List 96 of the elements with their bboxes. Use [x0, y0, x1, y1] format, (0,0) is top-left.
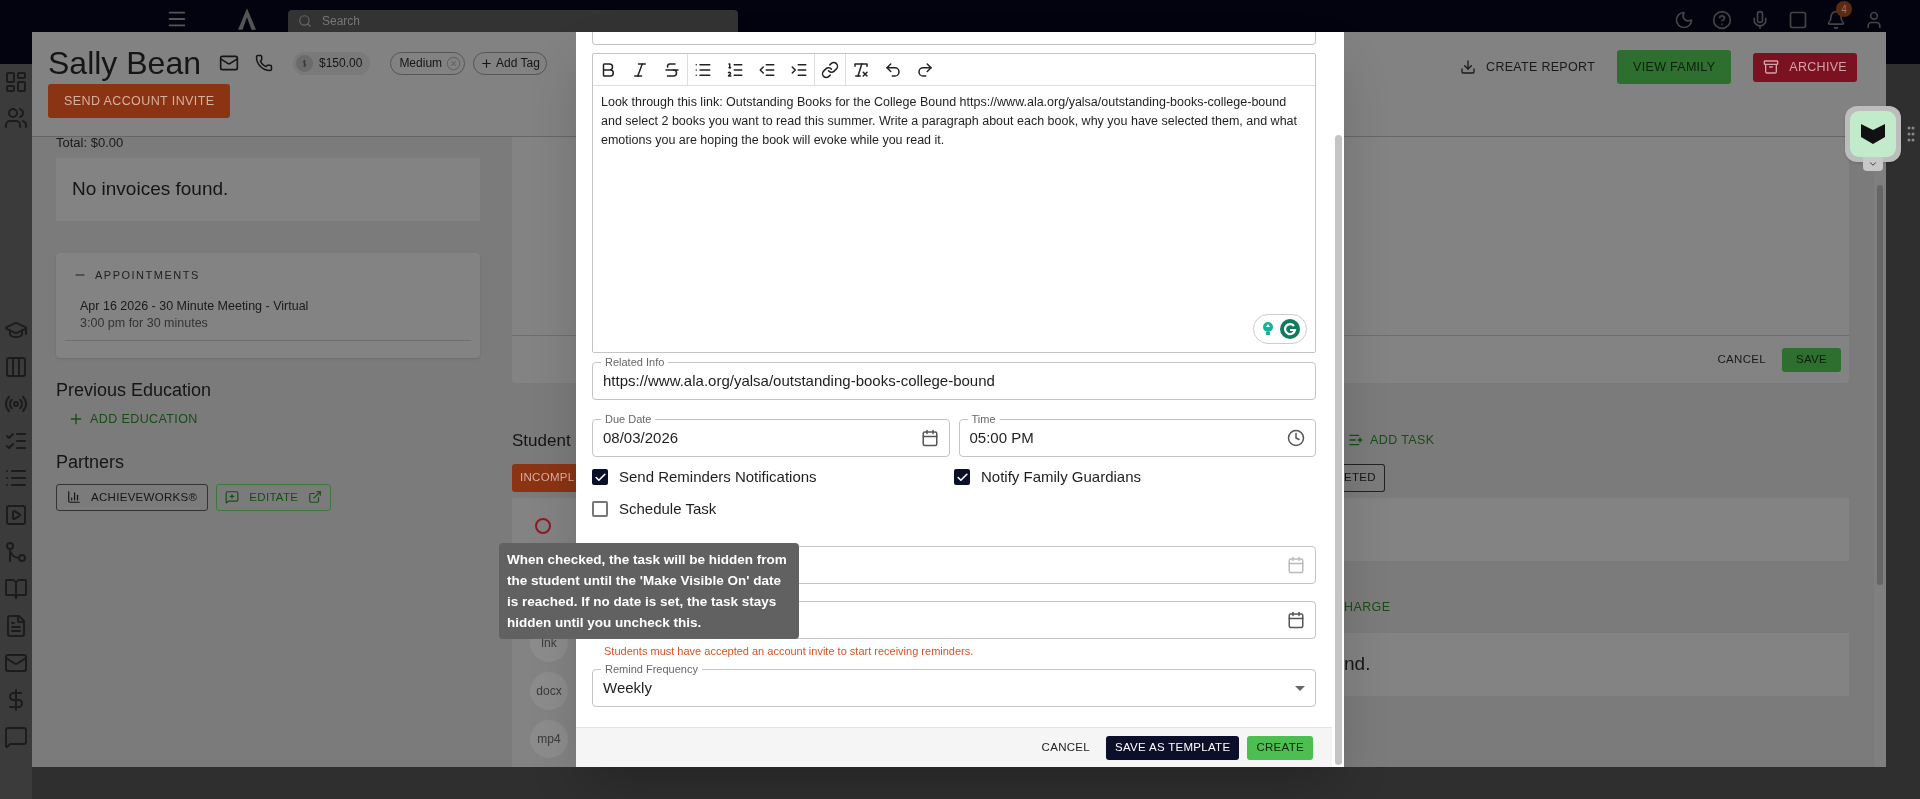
link-icon[interactable]: [821, 60, 839, 79]
search-placeholder: Search: [322, 14, 361, 28]
field-label: Remind Frequency: [601, 662, 702, 676]
drag-handle-icon[interactable]: [1907, 126, 1915, 142]
numbered-list-icon[interactable]: [726, 60, 744, 79]
section-title[interactable]: APPOINTMENTS: [95, 267, 200, 284]
search-field[interactable]: Search: [288, 10, 738, 32]
bar-chart-icon: [67, 490, 81, 505]
window-icon[interactable]: [1788, 10, 1808, 30]
moon-icon[interactable]: [1674, 10, 1694, 30]
clear-format-icon[interactable]: [852, 60, 870, 79]
section-heading: Previous Education: [56, 379, 213, 402]
chevron-down-icon: [1868, 159, 1878, 169]
phone-icon[interactable]: [255, 54, 273, 72]
plus-icon: [480, 56, 494, 70]
tooltip: When checked, the task will be hidden from the student until the 'Make Visible On' date is reached. If no date is set, the task stays hidden until you uncheck this.: [499, 543, 799, 639]
dollar-icon: [296, 54, 313, 72]
checkbox[interactable]: [592, 469, 608, 485]
calendar-icon[interactable]: [1287, 611, 1305, 629]
partner-link-button[interactable]: EDITATE: [216, 483, 332, 511]
section-heading: Partners: [56, 450, 126, 474]
checkbox[interactable]: [954, 469, 970, 485]
checkbox-label: Notify Family Guardians: [981, 466, 1142, 487]
field-value: Weekly: [603, 677, 653, 698]
calendar-icon: [1287, 556, 1305, 574]
strikethrough-icon[interactable]: [663, 60, 681, 79]
cancel-button[interactable]: CANCEL: [1717, 347, 1766, 372]
section-heading: Student: [512, 430, 572, 452]
task-description[interactable]: Look through this link: Outstanding Books for the College Bound https://www.ala.org/yalsa/outstanding-books-college-bound and select 2 books you want to read this summer. Write a paragraph about each book, why you have selected them, and what emotions you are hoping the book will evoke while you read it.: [601, 93, 1307, 150]
calendar-icon[interactable]: [920, 429, 939, 447]
field-value: https://www.ala.org/yalsa/outstanding-books-college-bound: [603, 370, 995, 391]
merge-icon[interactable]: [4, 540, 28, 564]
empty-message: nd.: [1344, 652, 1371, 676]
clock-icon[interactable]: [1287, 429, 1305, 447]
field-label: Due Date: [601, 412, 656, 426]
send-invite-button[interactable]: SEND ACCOUNT INVITE: [48, 84, 231, 118]
save-button[interactable]: SAVE: [1781, 347, 1841, 372]
save-template-button[interactable]: SAVE AS TEMPLATE: [1106, 735, 1240, 760]
mail-icon[interactable]: [219, 53, 239, 73]
create-report-button[interactable]: CREATE REPORT: [1460, 57, 1596, 77]
chat-plus-icon: [225, 490, 240, 505]
scrollbar-thumb[interactable]: [1334, 135, 1342, 765]
partner-button[interactable]: ACHIEVEWORKS®: [56, 483, 209, 511]
italic-icon[interactable]: [631, 60, 649, 79]
search-icon: [298, 14, 312, 28]
create-button[interactable]: CREATE: [1247, 735, 1313, 760]
chat-icon[interactable]: [4, 725, 28, 749]
logo-icon[interactable]: [238, 8, 256, 30]
view-family-button[interactable]: VIEW FAMILY: [1617, 50, 1732, 84]
rich-text-editor[interactable]: [592, 53, 1316, 353]
appointment-title[interactable]: Apr 16 2026 - 30 Minute Meeting - Virtual: [80, 297, 471, 315]
scrollbar-thumb[interactable]: [1877, 185, 1883, 585]
invoice-total: Total: $0.00: [56, 135, 125, 151]
book-icon: [1861, 124, 1885, 144]
add-education-button[interactable]: ADD EDUCATION: [68, 410, 198, 429]
add-task-button[interactable]: ADD TASK: [1344, 428, 1435, 452]
reminder-warning: Students must have accepted an account invite to start receiving reminders.: [603, 644, 975, 659]
redo-icon[interactable]: [916, 60, 934, 79]
balance-amount: $150.00: [319, 55, 363, 72]
account-icon[interactable]: [1864, 10, 1884, 30]
microphone-icon[interactable]: [1750, 10, 1770, 30]
list-plus-icon: [1348, 432, 1364, 448]
field-value: 05:00 PM: [969, 427, 1035, 448]
help-icon[interactable]: [1712, 10, 1732, 30]
appointment-time: 3:00 pm for 30 minutes: [80, 314, 209, 332]
archive-icon: [1763, 59, 1780, 75]
text-field[interactable]: [592, 32, 1316, 45]
checkbox[interactable]: [592, 501, 608, 517]
field-label: Time: [967, 412, 1000, 426]
people-icon[interactable]: [4, 106, 28, 130]
archive-button[interactable]: ARCHIVE: [1753, 52, 1857, 82]
document-icon[interactable]: [4, 614, 28, 638]
remove-icon[interactable]: [446, 55, 462, 71]
book-icon[interactable]: [4, 577, 28, 601]
notification-badge: 4: [1836, 1, 1852, 17]
file-type-badge: mp4: [530, 720, 568, 758]
checkbox-label: Schedule Task: [619, 498, 717, 519]
dropdown-caret-icon[interactable]: [1295, 685, 1305, 691]
add-charge-button[interactable]: HARGE: [1344, 598, 1391, 617]
download-icon: [1460, 59, 1477, 75]
grammar-assistant-icon[interactable]: [1253, 314, 1307, 344]
dashboard-icon[interactable]: [4, 70, 28, 94]
chevron-tab[interactable]: [1863, 157, 1883, 171]
checkbox-label: Send Reminders Notifications: [619, 466, 817, 487]
columns-icon[interactable]: [4, 355, 28, 379]
filter-tab[interactable]: INCOMPL: [512, 464, 576, 492]
reading-widget-button[interactable]: [1845, 106, 1901, 162]
empty-message: No invoices found.: [72, 177, 229, 202]
student-name: Sally Bean: [48, 44, 201, 82]
video-icon[interactable]: [4, 503, 28, 527]
file-type-badge: docx: [530, 672, 568, 710]
field-label: Related Info: [601, 355, 669, 369]
external-link-icon: [308, 490, 323, 505]
cancel-button[interactable]: CANCEL: [1033, 735, 1099, 760]
field-value: 08/03/2026: [603, 427, 680, 448]
undo-icon[interactable]: [884, 60, 902, 79]
